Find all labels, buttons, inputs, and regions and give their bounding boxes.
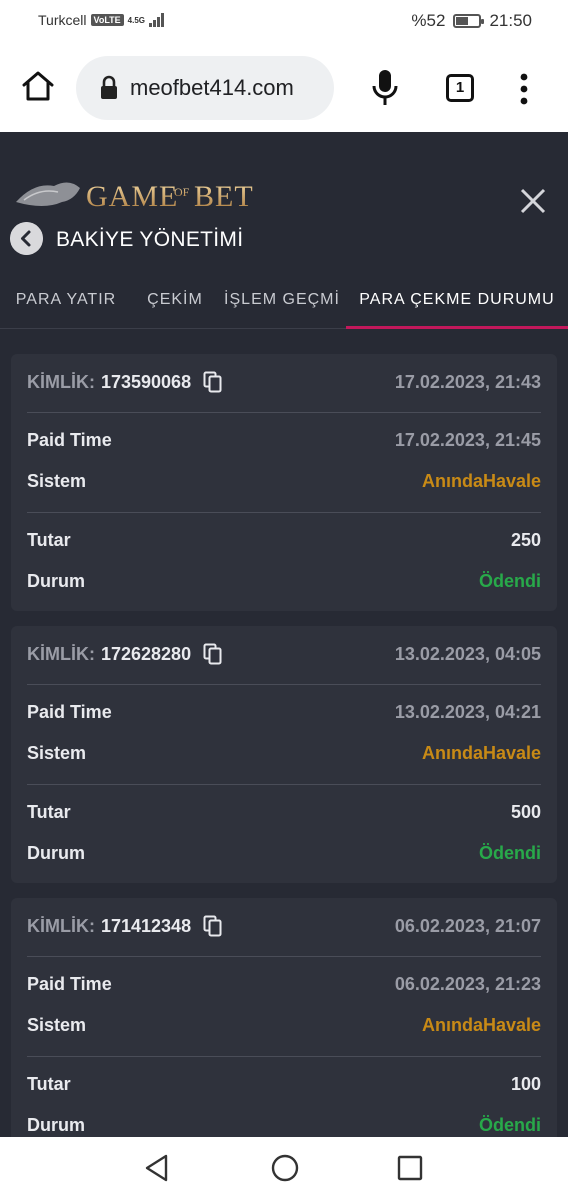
id-label: KİMLİK: xyxy=(27,371,95,392)
status-row: Durum Ödendi xyxy=(27,843,541,864)
status-row: Durum Ödendi xyxy=(27,1115,541,1136)
status-label: Durum xyxy=(27,571,85,591)
amount-value: 100 xyxy=(510,1074,541,1094)
close-icon[interactable] xyxy=(516,184,550,218)
divider xyxy=(27,412,541,413)
network-type: 4.5G xyxy=(127,15,146,25)
system-value: AnındaHavale xyxy=(421,471,541,491)
tab-withdrawal-status[interactable]: PARA ÇEKME DURUMU xyxy=(346,277,568,329)
withdrawal-id: 172628280 xyxy=(100,643,192,664)
status-left: Turkcell VoLTE 4.5G xyxy=(38,12,165,28)
back-triangle-icon[interactable] xyxy=(142,1153,172,1183)
id-label: KİMLİK: xyxy=(27,915,95,936)
status-label: Durum xyxy=(27,1115,85,1135)
withdrawal-card: KİMLİK: 173590068 17.02.2023, 21:43 Paid… xyxy=(11,354,557,611)
amount-label: Tutar xyxy=(27,530,71,550)
paid-time-value: 17.02.2023, 21:45 xyxy=(394,430,541,450)
status-bar: Turkcell VoLTE 4.5G %52 21:50 xyxy=(0,0,568,44)
microphone-icon[interactable] xyxy=(370,68,400,108)
amount-value: 250 xyxy=(510,530,541,550)
status-right: %52 21:50 xyxy=(411,11,532,31)
system-label: Sistem xyxy=(27,1015,87,1035)
tab-switcher-button[interactable]: 1 xyxy=(446,74,474,102)
home-circle-icon[interactable] xyxy=(270,1153,300,1183)
paid-time-label: Paid Time xyxy=(27,974,112,994)
site-logo[interactable]: GAME OF BET xyxy=(14,172,274,218)
status-row: Durum Ödendi xyxy=(27,571,541,592)
browser-toolbar: meofbet414.com 1 xyxy=(0,44,568,132)
system-value: AnındaHavale xyxy=(421,743,541,763)
withdrawal-id: 171412348 xyxy=(100,915,192,936)
withdrawal-list: KİMLİK: 173590068 17.02.2023, 21:43 Paid… xyxy=(11,354,557,1170)
copy-icon[interactable] xyxy=(203,643,223,665)
paid-time-row: Paid Time 17.02.2023, 21:45 xyxy=(27,430,541,451)
paid-time-label: Paid Time xyxy=(27,430,112,450)
home-icon[interactable] xyxy=(20,68,56,104)
status-badge: Ödendi xyxy=(479,571,541,591)
id-label: KİMLİK: xyxy=(27,643,95,664)
carrier-name: Turkcell xyxy=(38,12,87,28)
withdrawal-card: KİMLİK: 172628280 13.02.2023, 04:05 Paid… xyxy=(11,626,557,883)
recent-apps-icon[interactable] xyxy=(397,1155,423,1181)
clock: 21:50 xyxy=(489,11,532,30)
navigation-bar xyxy=(0,1137,568,1200)
svg-text:GAME: GAME xyxy=(86,180,178,213)
battery-icon xyxy=(453,14,485,28)
paid-time-value: 06.02.2023, 21:23 xyxy=(394,974,541,994)
signal-icon xyxy=(149,13,165,27)
divider xyxy=(27,784,541,785)
site-header: GAME OF BET BAKİYE YÖNETİMİ PARA YATIR Ç… xyxy=(0,132,568,332)
more-options-icon[interactable] xyxy=(512,72,536,106)
lock-icon xyxy=(101,75,117,99)
request-date: 06.02.2023, 21:07 xyxy=(394,915,541,936)
paid-time-row: Paid Time 13.02.2023, 04:21 xyxy=(27,702,541,723)
amount-row: Tutar 100 xyxy=(27,1074,541,1095)
request-date: 17.02.2023, 21:43 xyxy=(394,371,541,392)
tab-deposit[interactable]: PARA YATIR xyxy=(0,277,132,329)
divider xyxy=(27,956,541,957)
svg-text:BET: BET xyxy=(194,180,254,213)
card-header-row: KİMLİK: 173590068 17.02.2023, 21:43 xyxy=(27,371,541,393)
system-row: Sistem AnındaHavale xyxy=(27,471,541,492)
amount-row: Tutar 500 xyxy=(27,802,541,823)
divider xyxy=(27,1056,541,1057)
copy-icon[interactable] xyxy=(203,371,223,393)
withdrawal-id: 173590068 xyxy=(100,371,192,392)
volte-badge: VoLTE xyxy=(90,14,124,26)
svg-text:OF: OF xyxy=(174,185,190,199)
system-label: Sistem xyxy=(27,471,87,491)
battery-percent: %52 xyxy=(411,11,446,30)
paid-time-value: 13.02.2023, 04:21 xyxy=(394,702,541,722)
card-header-row: KİMLİK: 172628280 13.02.2023, 04:05 xyxy=(27,643,541,665)
url-text[interactable]: meofbet414.com xyxy=(130,75,294,101)
card-header-row: KİMLİK: 171412348 06.02.2023, 21:07 xyxy=(27,915,541,937)
divider xyxy=(27,512,541,513)
status-badge: Ödendi xyxy=(479,1115,541,1135)
tab-bar: PARA YATIR ÇEKİM İŞLEM GEÇMİ PARA ÇEKME … xyxy=(0,277,568,329)
status-label: Durum xyxy=(27,843,85,863)
paid-time-label: Paid Time xyxy=(27,702,112,722)
amount-value: 500 xyxy=(510,802,541,822)
amount-row: Tutar 250 xyxy=(27,530,541,551)
withdrawal-card: KİMLİK: 171412348 06.02.2023, 21:07 Paid… xyxy=(11,898,557,1155)
tab-withdraw[interactable]: ÇEKİM xyxy=(132,277,218,329)
paid-time-row: Paid Time 06.02.2023, 21:23 xyxy=(27,974,541,995)
address-bar[interactable]: meofbet414.com xyxy=(76,56,334,120)
tab-transaction-history[interactable]: İŞLEM GEÇMİ xyxy=(218,277,346,329)
system-row: Sistem AnındaHavale xyxy=(27,743,541,764)
divider xyxy=(27,684,541,685)
system-row: Sistem AnındaHavale xyxy=(27,1015,541,1036)
system-label: Sistem xyxy=(27,743,87,763)
back-arrow-icon[interactable] xyxy=(10,222,43,255)
system-value: AnındaHavale xyxy=(421,1015,541,1035)
status-badge: Ödendi xyxy=(479,843,541,863)
page-title: BAKİYE YÖNETİMİ xyxy=(56,228,244,251)
copy-icon[interactable] xyxy=(203,915,223,937)
amount-label: Tutar xyxy=(27,802,71,822)
request-date: 13.02.2023, 04:05 xyxy=(394,643,541,664)
amount-label: Tutar xyxy=(27,1074,71,1094)
